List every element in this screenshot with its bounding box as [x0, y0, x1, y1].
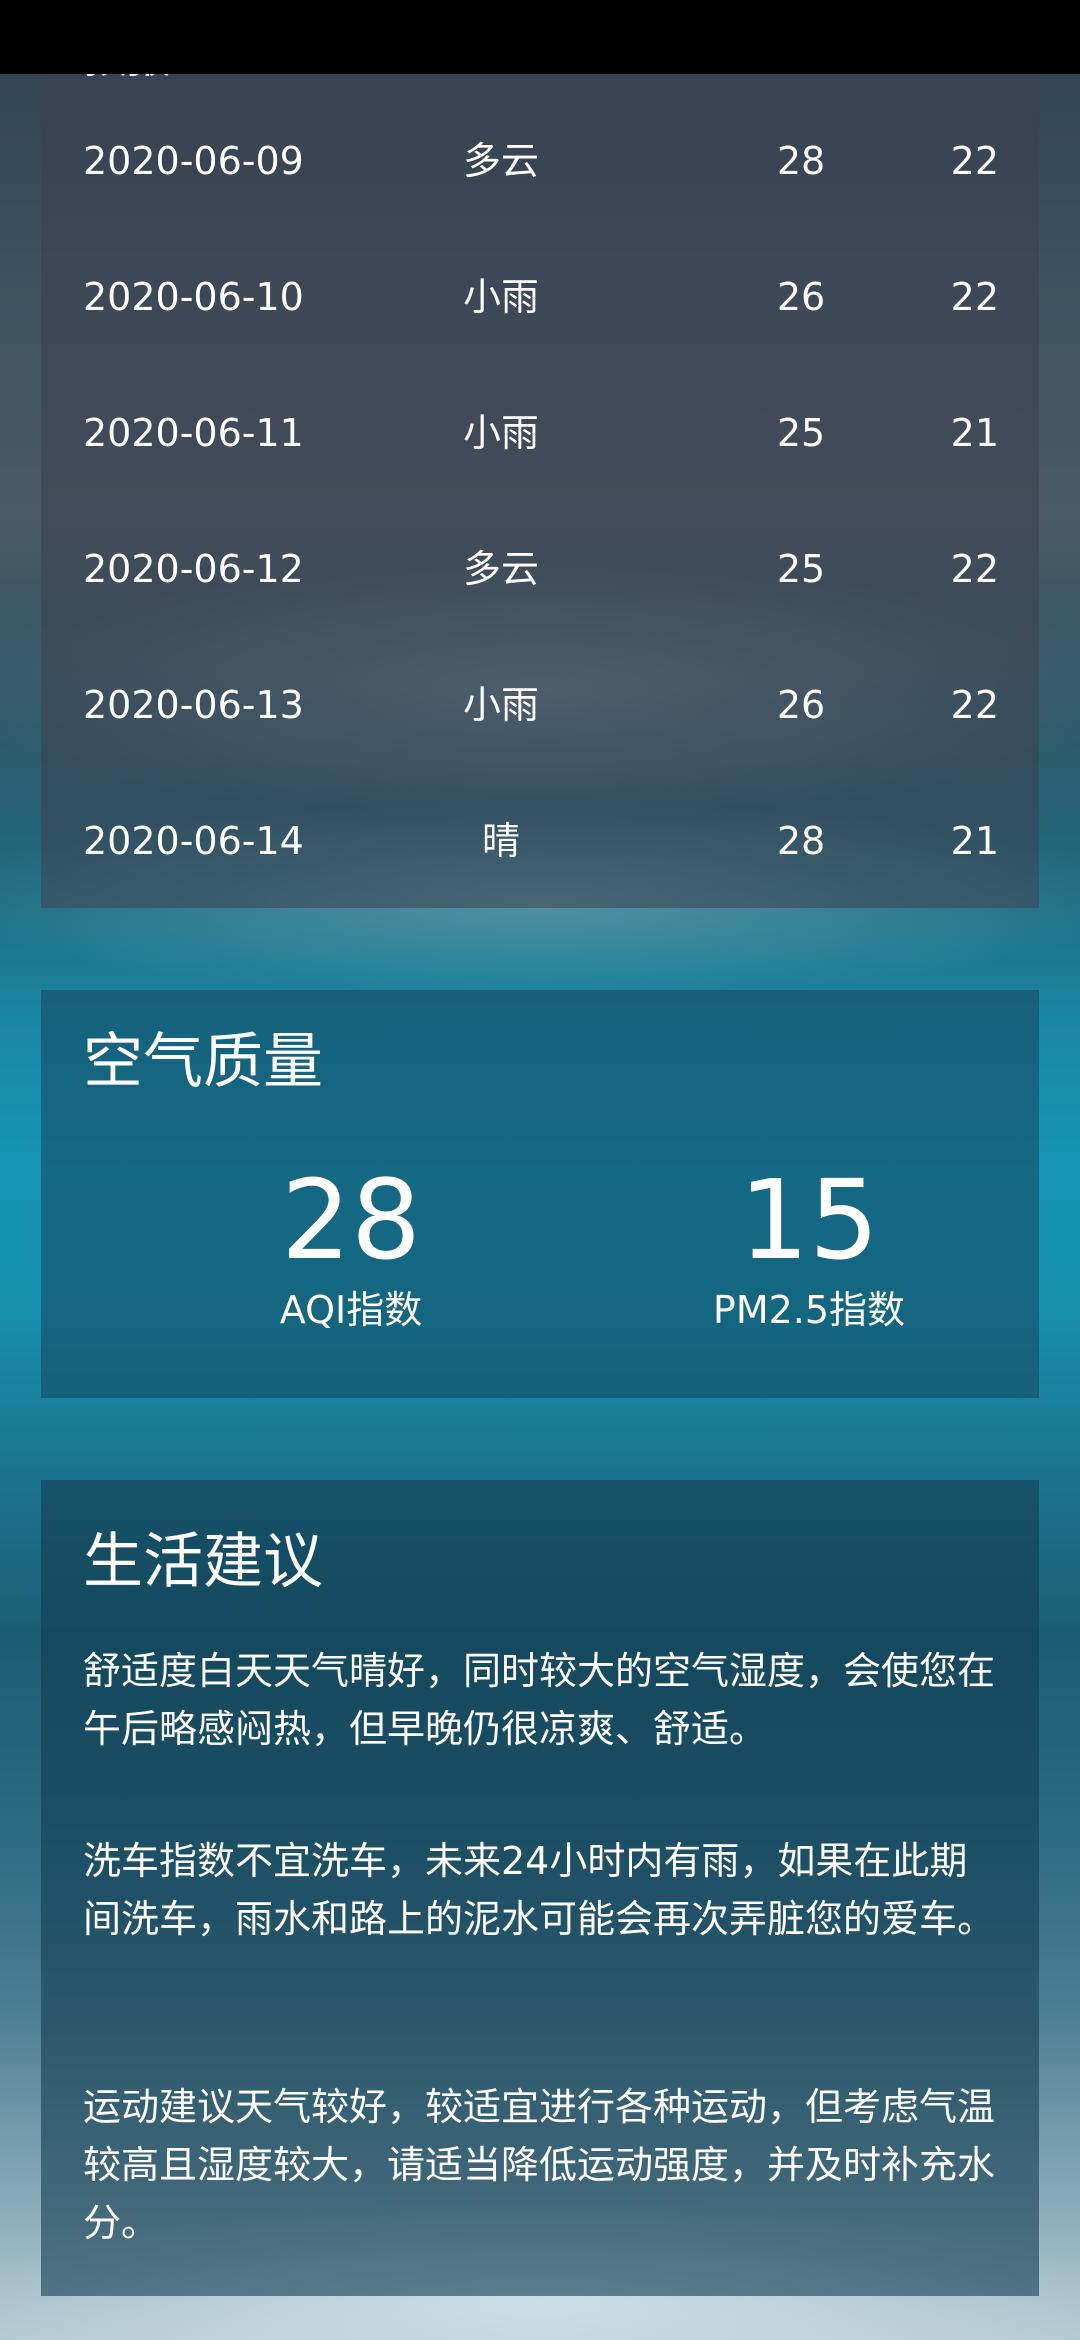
pm25-label: PM2.5指数	[712, 1288, 906, 1332]
forecast-max-temp: 25	[776, 547, 826, 591]
sport-suggestion: 运动建议天气较好，较适宜进行各种运动，但考虑气温较高且湿度较大，请适当降低运动强…	[83, 2085, 996, 2245]
forecast-weather: 多云	[462, 139, 539, 183]
forecast-row: 2020-06-09 多云 28 22	[41, 116, 1039, 206]
forecast-max-temp: 28	[776, 139, 826, 183]
forecast-row: 2020-06-11 小雨 25 21	[41, 388, 1039, 478]
forecast-min-temp: 22	[950, 547, 999, 591]
forecast-row: 2020-06-13 小雨 26 22	[41, 660, 1039, 750]
status-bar	[0, 0, 1080, 74]
aqi-metric: 28 AQI指数	[151, 1160, 551, 1340]
forecast-date: 2020-06-10	[83, 275, 304, 319]
forecast-min-temp: 21	[950, 411, 999, 455]
forecast-date: 2020-06-12	[83, 547, 304, 591]
air-quality-card: 空气质量 28 AQI指数 15 PM2.5指数	[41, 990, 1039, 1398]
forecast-date: 2020-06-09	[83, 139, 304, 183]
comfort-suggestion: 舒适度白天天气晴好，同时较大的空气湿度，会使您在午后略感闷热，但早晚仍很凉爽、舒…	[83, 1649, 996, 1751]
forecast-min-temp: 22	[950, 683, 999, 727]
car-wash-suggestion: 洗车指数不宜洗车，未来24小时内有雨，如果在此期间洗车，雨水和路上的泥水可能会再…	[83, 1839, 996, 1941]
forecast-max-temp: 26	[776, 683, 826, 727]
forecast-row: 2020-06-10 小雨 26 22	[41, 252, 1039, 342]
forecast-max-temp: 26	[776, 275, 826, 319]
forecast-date: 2020-06-11	[83, 411, 304, 455]
pm25-metric: 15 PM2.5指数	[609, 1160, 1009, 1340]
pm25-value: 15	[739, 1156, 879, 1284]
weather-screen: 预报 2020-06-09 多云 28 22 2020-06-10 小雨 26 …	[0, 0, 1080, 2340]
forecast-weather: 多云	[462, 547, 539, 591]
aqi-value: 28	[281, 1156, 421, 1284]
air-quality-title: 空气质量	[83, 1027, 323, 1097]
forecast-date: 2020-06-14	[83, 819, 304, 863]
forecast-weather: 小雨	[462, 411, 539, 455]
forecast-max-temp: 25	[776, 411, 826, 455]
forecast-card: 预报 2020-06-09 多云 28 22 2020-06-10 小雨 26 …	[41, 0, 1039, 908]
suggestion-title: 生活建议	[83, 1527, 323, 1597]
forecast-row: 2020-06-12 多云 25 22	[41, 524, 1039, 614]
forecast-row: 2020-06-14 晴 28 21	[41, 796, 1039, 886]
aqi-label: AQI指数	[279, 1288, 423, 1332]
forecast-min-temp: 22	[950, 275, 999, 319]
forecast-weather: 小雨	[462, 275, 539, 319]
forecast-weather: 小雨	[462, 683, 539, 727]
forecast-max-temp: 28	[776, 819, 826, 863]
forecast-weather: 晴	[481, 819, 520, 863]
forecast-date: 2020-06-13	[83, 683, 304, 727]
forecast-min-temp: 22	[950, 139, 999, 183]
life-suggestion-card: 生活建议 舒适度白天天气晴好，同时较大的空气湿度，会使您在午后略感闷热，但早晚仍…	[41, 1480, 1039, 2296]
forecast-min-temp: 21	[950, 819, 999, 863]
